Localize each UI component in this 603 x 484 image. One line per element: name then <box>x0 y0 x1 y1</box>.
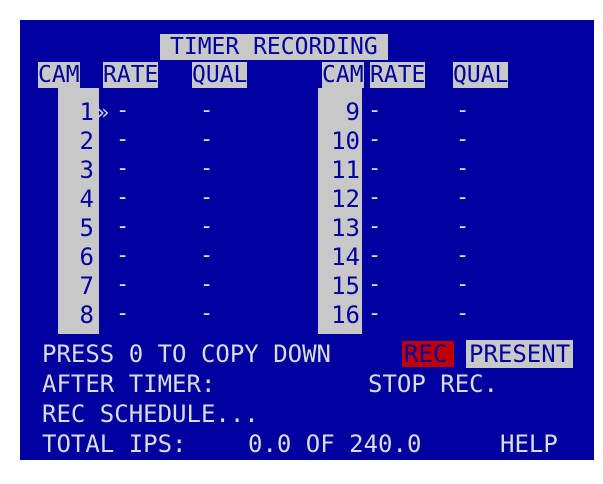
rate-value[interactable]: - <box>116 100 129 122</box>
qual-value[interactable]: - <box>200 245 213 267</box>
qual-value[interactable]: - <box>456 100 469 122</box>
after-timer-label: AFTER TIMER: <box>42 370 216 398</box>
rate-value[interactable]: - <box>368 187 381 209</box>
qual-value[interactable]: - <box>200 158 213 180</box>
cam-number[interactable]: 1 <box>56 98 94 127</box>
rate-value[interactable]: - <box>368 274 381 296</box>
dvr-osd-screen: TIMER RECORDING CAM RATE QUAL CAM RATE Q… <box>20 20 594 460</box>
cam-number[interactable]: 11 <box>320 156 360 185</box>
cam-number[interactable]: 7 <box>56 272 94 301</box>
qual-value[interactable]: - <box>200 303 213 325</box>
present-button[interactable]: PRESENT <box>466 340 574 368</box>
rate-value[interactable]: - <box>116 158 129 180</box>
cam-number[interactable]: 14 <box>320 243 360 272</box>
rate-value[interactable]: - <box>368 100 381 122</box>
rec-schedule-link[interactable]: REC SCHEDULE... <box>42 400 259 428</box>
rate-value[interactable]: - <box>368 245 381 267</box>
cam-number[interactable]: 13 <box>320 214 360 243</box>
cam-number[interactable]: 12 <box>320 185 360 214</box>
header-rate-left: RATE <box>103 62 159 88</box>
copy-down-hint: PRESS 0 TO COPY DOWN <box>42 340 331 368</box>
cam-number[interactable]: 2 <box>56 127 94 156</box>
cam-number[interactable]: 5 <box>56 214 94 243</box>
qual-value[interactable]: - <box>200 274 213 296</box>
rate-value[interactable]: - <box>116 187 129 209</box>
after-timer-value[interactable]: STOP REC. <box>368 370 498 398</box>
rate-value[interactable]: - <box>368 158 381 180</box>
qual-value[interactable]: - <box>200 187 213 209</box>
rate-value[interactable]: - <box>368 216 381 238</box>
qual-value[interactable]: - <box>456 274 469 296</box>
cam-number[interactable]: 3 <box>56 156 94 185</box>
page-title: TIMER RECORDING <box>160 34 388 60</box>
header-qual-left: QUAL <box>192 62 248 88</box>
qual-value[interactable]: - <box>456 129 469 151</box>
qual-value[interactable]: - <box>456 158 469 180</box>
qual-value[interactable]: - <box>456 187 469 209</box>
total-ips-label: TOTAL IPS: <box>42 430 187 458</box>
header-qual-right: QUAL <box>453 62 509 88</box>
cam-number[interactable]: 10 <box>320 127 360 156</box>
cam-number[interactable]: 6 <box>56 243 94 272</box>
total-ips-value: 0.0 OF 240.0 <box>248 430 422 458</box>
qual-value[interactable]: - <box>456 303 469 325</box>
cam-number[interactable]: 4 <box>56 185 94 214</box>
rate-value[interactable]: - <box>116 245 129 267</box>
help-button[interactable]: HELP <box>500 430 558 458</box>
rate-value[interactable]: - <box>116 274 129 296</box>
cam-number[interactable]: 16 <box>320 301 360 330</box>
rate-value[interactable]: - <box>368 303 381 325</box>
rate-value[interactable]: - <box>116 216 129 238</box>
rec-button[interactable]: REC <box>404 340 447 368</box>
qual-value[interactable]: - <box>200 216 213 238</box>
header-cam-right: CAM <box>322 62 364 88</box>
cursor-icon: » <box>97 100 110 124</box>
cam-number[interactable]: 8 <box>56 301 94 330</box>
rate-value[interactable]: - <box>116 129 129 151</box>
qual-value[interactable]: - <box>200 100 213 122</box>
cam-number[interactable]: 9 <box>320 98 360 127</box>
rate-value[interactable]: - <box>116 303 129 325</box>
rate-value[interactable]: - <box>368 129 381 151</box>
qual-value[interactable]: - <box>456 245 469 267</box>
cam-number[interactable]: 15 <box>320 272 360 301</box>
qual-value[interactable]: - <box>456 216 469 238</box>
qual-value[interactable]: - <box>200 129 213 151</box>
header-cam-left: CAM <box>38 62 80 88</box>
header-rate-right: RATE <box>370 62 426 88</box>
